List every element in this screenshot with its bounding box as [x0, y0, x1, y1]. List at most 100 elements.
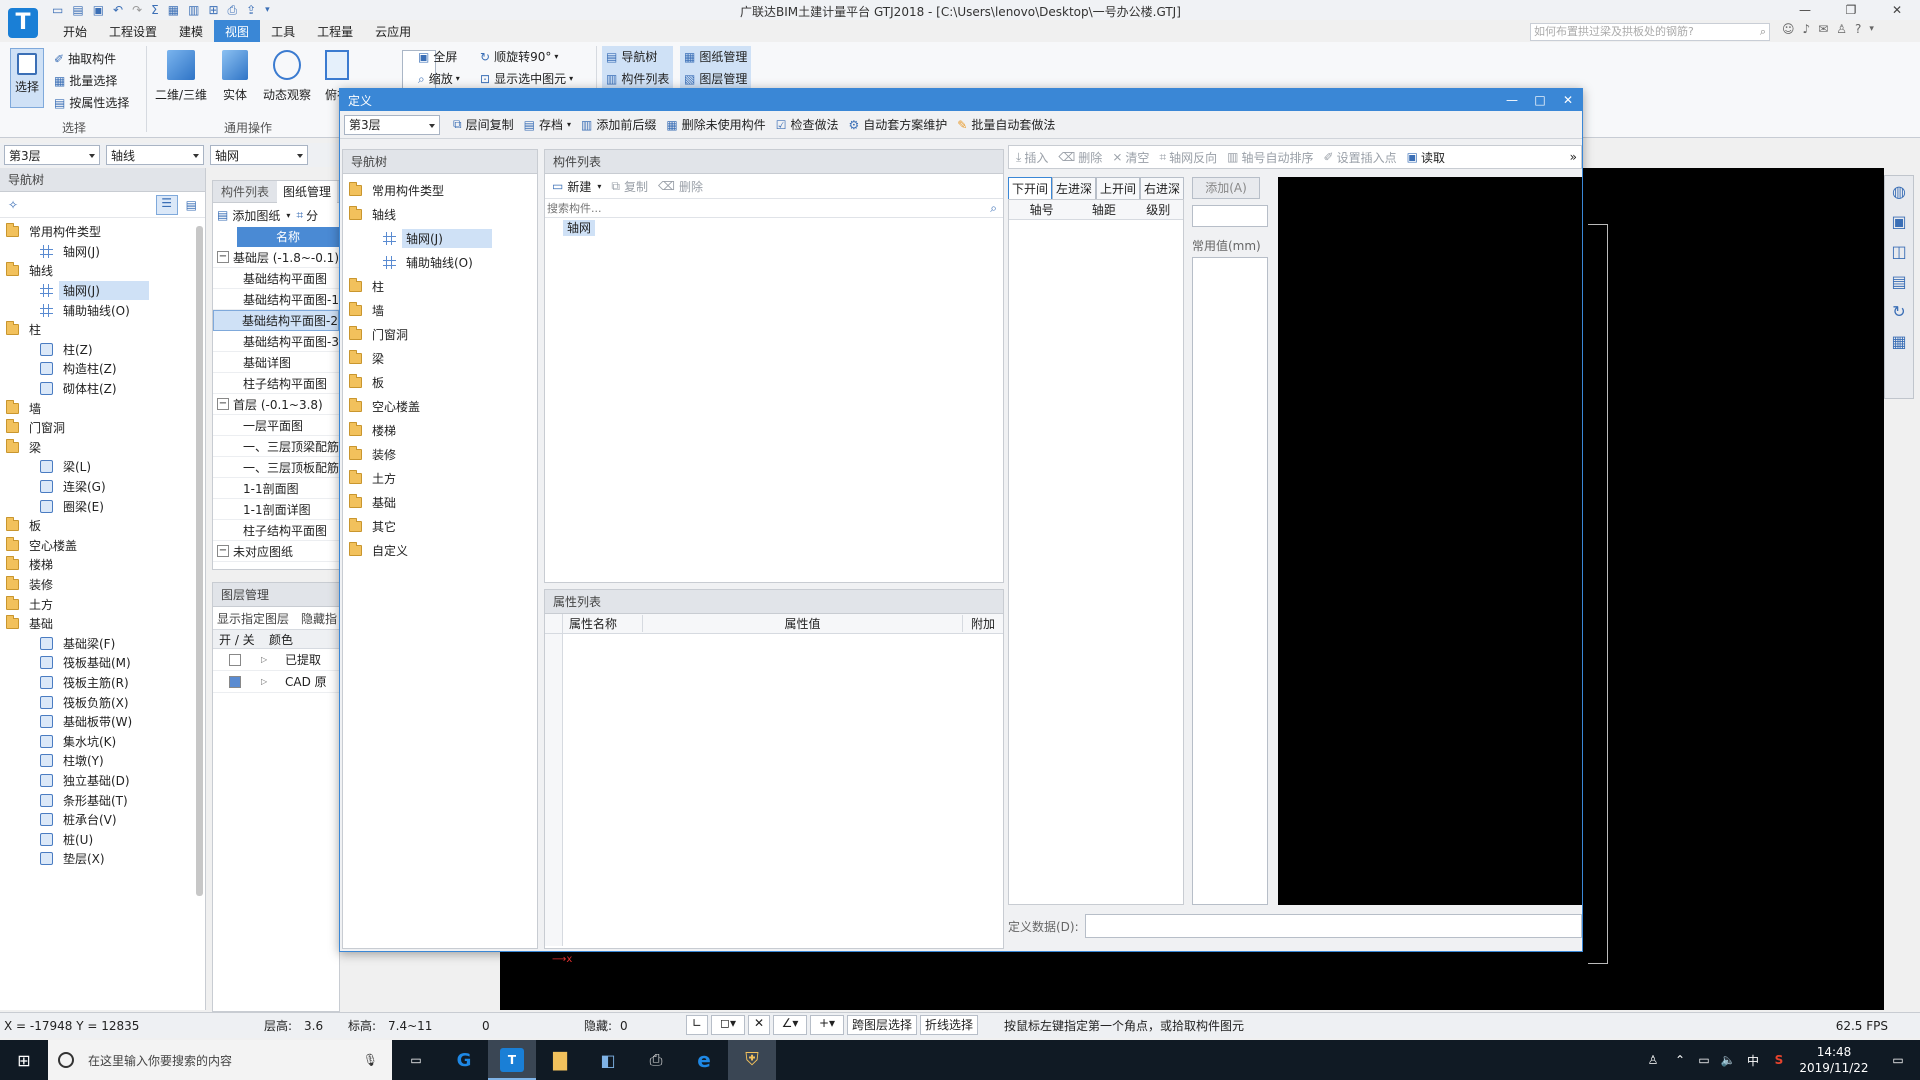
taskbar-search-input[interactable]: 在这里输入你要搜索的内容 — [88, 1052, 232, 1069]
table-row[interactable]: 1-1剖面图 — [213, 478, 339, 499]
table-icon[interactable]: ▦ — [1891, 332, 1906, 351]
delete-comp-button[interactable]: ⌫ 删除 — [653, 175, 708, 197]
hide-layer-button[interactable]: 隐藏指 — [301, 610, 337, 627]
collapse-icon[interactable]: − — [217, 545, 229, 557]
dialog-maximize-icon[interactable]: □ — [1526, 93, 1554, 107]
nav-item[interactable]: 连梁(G) — [0, 477, 205, 497]
bell-icon[interactable]: ♪ — [1803, 22, 1811, 36]
dialog-nav-item[interactable]: 轴网(J) — [343, 226, 537, 250]
dialog-nav-item[interactable]: 基础 — [343, 490, 537, 514]
export-icon[interactable]: ⇪ — [246, 3, 256, 17]
tab-view[interactable]: 视图 — [214, 19, 261, 43]
table-icon[interactable]: ▦ — [168, 3, 179, 17]
table-row[interactable]: 基础结构平面图-2 — [213, 310, 339, 331]
nav-item[interactable]: 条形基础(T) — [0, 790, 205, 810]
dialog-nav-item[interactable]: 轴线 — [343, 202, 537, 226]
windows-start-icon[interactable]: ⊞ — [0, 1051, 48, 1070]
new-comp-button[interactable]: ▭ 新建 ▾ — [547, 175, 606, 197]
tree-view-icon[interactable]: ☰ — [155, 194, 178, 215]
nav-item[interactable]: 基础 — [0, 614, 205, 634]
nav-item[interactable]: 轴网(J) — [0, 281, 205, 301]
nav-item[interactable]: 基础板带(W) — [0, 712, 205, 732]
chevron-down-icon[interactable]: ▾ — [265, 5, 270, 15]
add-prefix-suffix-button[interactable]: ▥ 添加前后缀 — [576, 114, 661, 136]
tab-modeling[interactable]: 建模 — [168, 20, 214, 43]
fullscreen-button[interactable]: ▣ 全屏 — [418, 46, 460, 68]
table-row[interactable]: 柱子结构平面图 — [213, 373, 339, 394]
layer-visible-checkbox[interactable] — [229, 675, 241, 688]
nav-item[interactable]: 柱 — [0, 320, 205, 340]
nav-item[interactable]: 基础梁(F) — [0, 633, 205, 653]
check-method-button[interactable]: ☑ 检查做法 — [771, 114, 844, 136]
grid-delete-button[interactable]: ⌫ 删除 — [1053, 146, 1107, 168]
sogou-icon[interactable]: S — [1766, 1053, 1792, 1067]
sum-icon[interactable]: Σ — [151, 3, 159, 17]
nav-item[interactable]: 桩承台(V) — [0, 810, 205, 830]
list-view-icon[interactable]: ▤ — [186, 198, 197, 212]
app-printer-icon[interactable]: ⎙ — [632, 1050, 680, 1070]
auto-scheme-button[interactable]: ⚙ 自动套方案维护 — [843, 114, 952, 136]
search-icon[interactable]: ⌕ — [990, 201, 997, 216]
dialog-nav-item[interactable]: 柱 — [343, 274, 537, 298]
mic-icon[interactable]: 🎙 — [363, 1053, 378, 1067]
dialog-nav-item[interactable]: 土方 — [343, 466, 537, 490]
cube-3d-icon[interactable]: ▣ — [1891, 212, 1906, 231]
comp-list-toggle[interactable]: ▥ 构件列表 — [602, 68, 674, 90]
nav-item[interactable]: 辅助轴线(O) — [0, 300, 205, 320]
people-icon[interactable]: ♙ — [1638, 1053, 1668, 1067]
tab-top-bay[interactable]: 上开间 — [1096, 177, 1141, 200]
layers-icon[interactable]: ▤ — [1891, 272, 1906, 291]
layer-row[interactable]: ▷ CAD 原 — [213, 671, 339, 693]
dialog-nav-item[interactable]: 板 — [343, 370, 537, 394]
cross-floor-select-button[interactable]: 跨图层选择 — [847, 1015, 918, 1035]
nav-item[interactable]: 垫层(X) — [0, 849, 205, 869]
nav-item[interactable]: 圈梁(E) — [0, 496, 205, 516]
delete-unused-button[interactable]: ▦ 删除未使用构件 — [661, 114, 770, 136]
layer-visible-checkbox[interactable] — [229, 653, 241, 666]
nav-item[interactable]: 轴网(J) — [0, 242, 205, 262]
dialog-nav-item[interactable]: 装修 — [343, 442, 537, 466]
cross-icon[interactable]: ✕ — [748, 1015, 770, 1035]
solid-button[interactable]: 实体 — [216, 50, 254, 103]
nav-item[interactable]: 筏板主筋(R) — [0, 673, 205, 693]
nav-item[interactable]: 土方 — [0, 594, 205, 614]
taskbar-search[interactable]: 在这里输入你要搜索的内容 🎙 — [48, 1040, 392, 1080]
nav-item[interactable]: 柱(Z) — [0, 340, 205, 360]
dialog-nav-item[interactable]: 梁 — [343, 346, 537, 370]
reverse-grid-button[interactable]: ⌗ 轴网反向 — [1154, 146, 1222, 168]
task-view-icon[interactable]: ▭ — [392, 1053, 440, 1067]
dialog-nav-item[interactable]: 自定义 — [343, 538, 537, 562]
dialog-minimize-icon[interactable]: — — [1498, 93, 1526, 107]
nav-item[interactable]: 梁(L) — [0, 457, 205, 477]
print-icon[interactable]: ⎙ — [228, 3, 238, 18]
search-icon[interactable]: ⌕ — [1760, 24, 1766, 40]
nav-item[interactable]: 轴线 — [0, 261, 205, 281]
common-value-list[interactable] — [1192, 257, 1268, 905]
list-item[interactable]: 轴网 — [545, 218, 1003, 238]
clear-button[interactable]: ⨯ 清空 — [1107, 146, 1154, 168]
dialog-close-icon[interactable]: ✕ — [1554, 93, 1582, 107]
nav-item[interactable]: 砌体柱(Z) — [0, 379, 205, 399]
file-explorer-icon[interactable]: ▇ — [536, 1050, 584, 1071]
category-select[interactable]: 轴线 — [106, 145, 204, 165]
box-icon[interactable]: ◫ — [1891, 242, 1906, 261]
show-layer-button[interactable]: 显示指定图层 — [217, 610, 289, 627]
app-gtj-icon[interactable]: T — [488, 1040, 536, 1080]
nav-scrollbar[interactable] — [196, 226, 203, 896]
app-g-icon[interactable]: G — [440, 1050, 488, 1071]
dialog-nav-item[interactable]: 常用构件类型 — [343, 178, 537, 202]
expand-icon[interactable]: ▷ — [261, 677, 285, 686]
globe-icon[interactable]: ◍ — [1892, 182, 1906, 201]
polyline-select-button[interactable]: 折线选择 — [920, 1015, 979, 1035]
read-button[interactable]: ▣ 读取 — [1402, 146, 1450, 168]
add-value-input[interactable] — [1192, 205, 1268, 227]
add-button[interactable]: 添加(A) — [1192, 177, 1260, 199]
ime-indicator[interactable]: 中 — [1740, 1052, 1766, 1069]
table-row[interactable]: − 未对应图纸 — [213, 541, 339, 562]
nav-item[interactable]: 筏板基础(M) — [0, 653, 205, 673]
select-by-attr-button[interactable]: ▤ 按属性选择 — [54, 92, 129, 114]
report-icon[interactable]: ▥ — [188, 3, 199, 17]
nav-item[interactable]: 常用构件类型 — [0, 222, 205, 242]
nav-item[interactable]: 构造柱(Z) — [0, 359, 205, 379]
nav-item[interactable]: 门窗洞 — [0, 418, 205, 438]
